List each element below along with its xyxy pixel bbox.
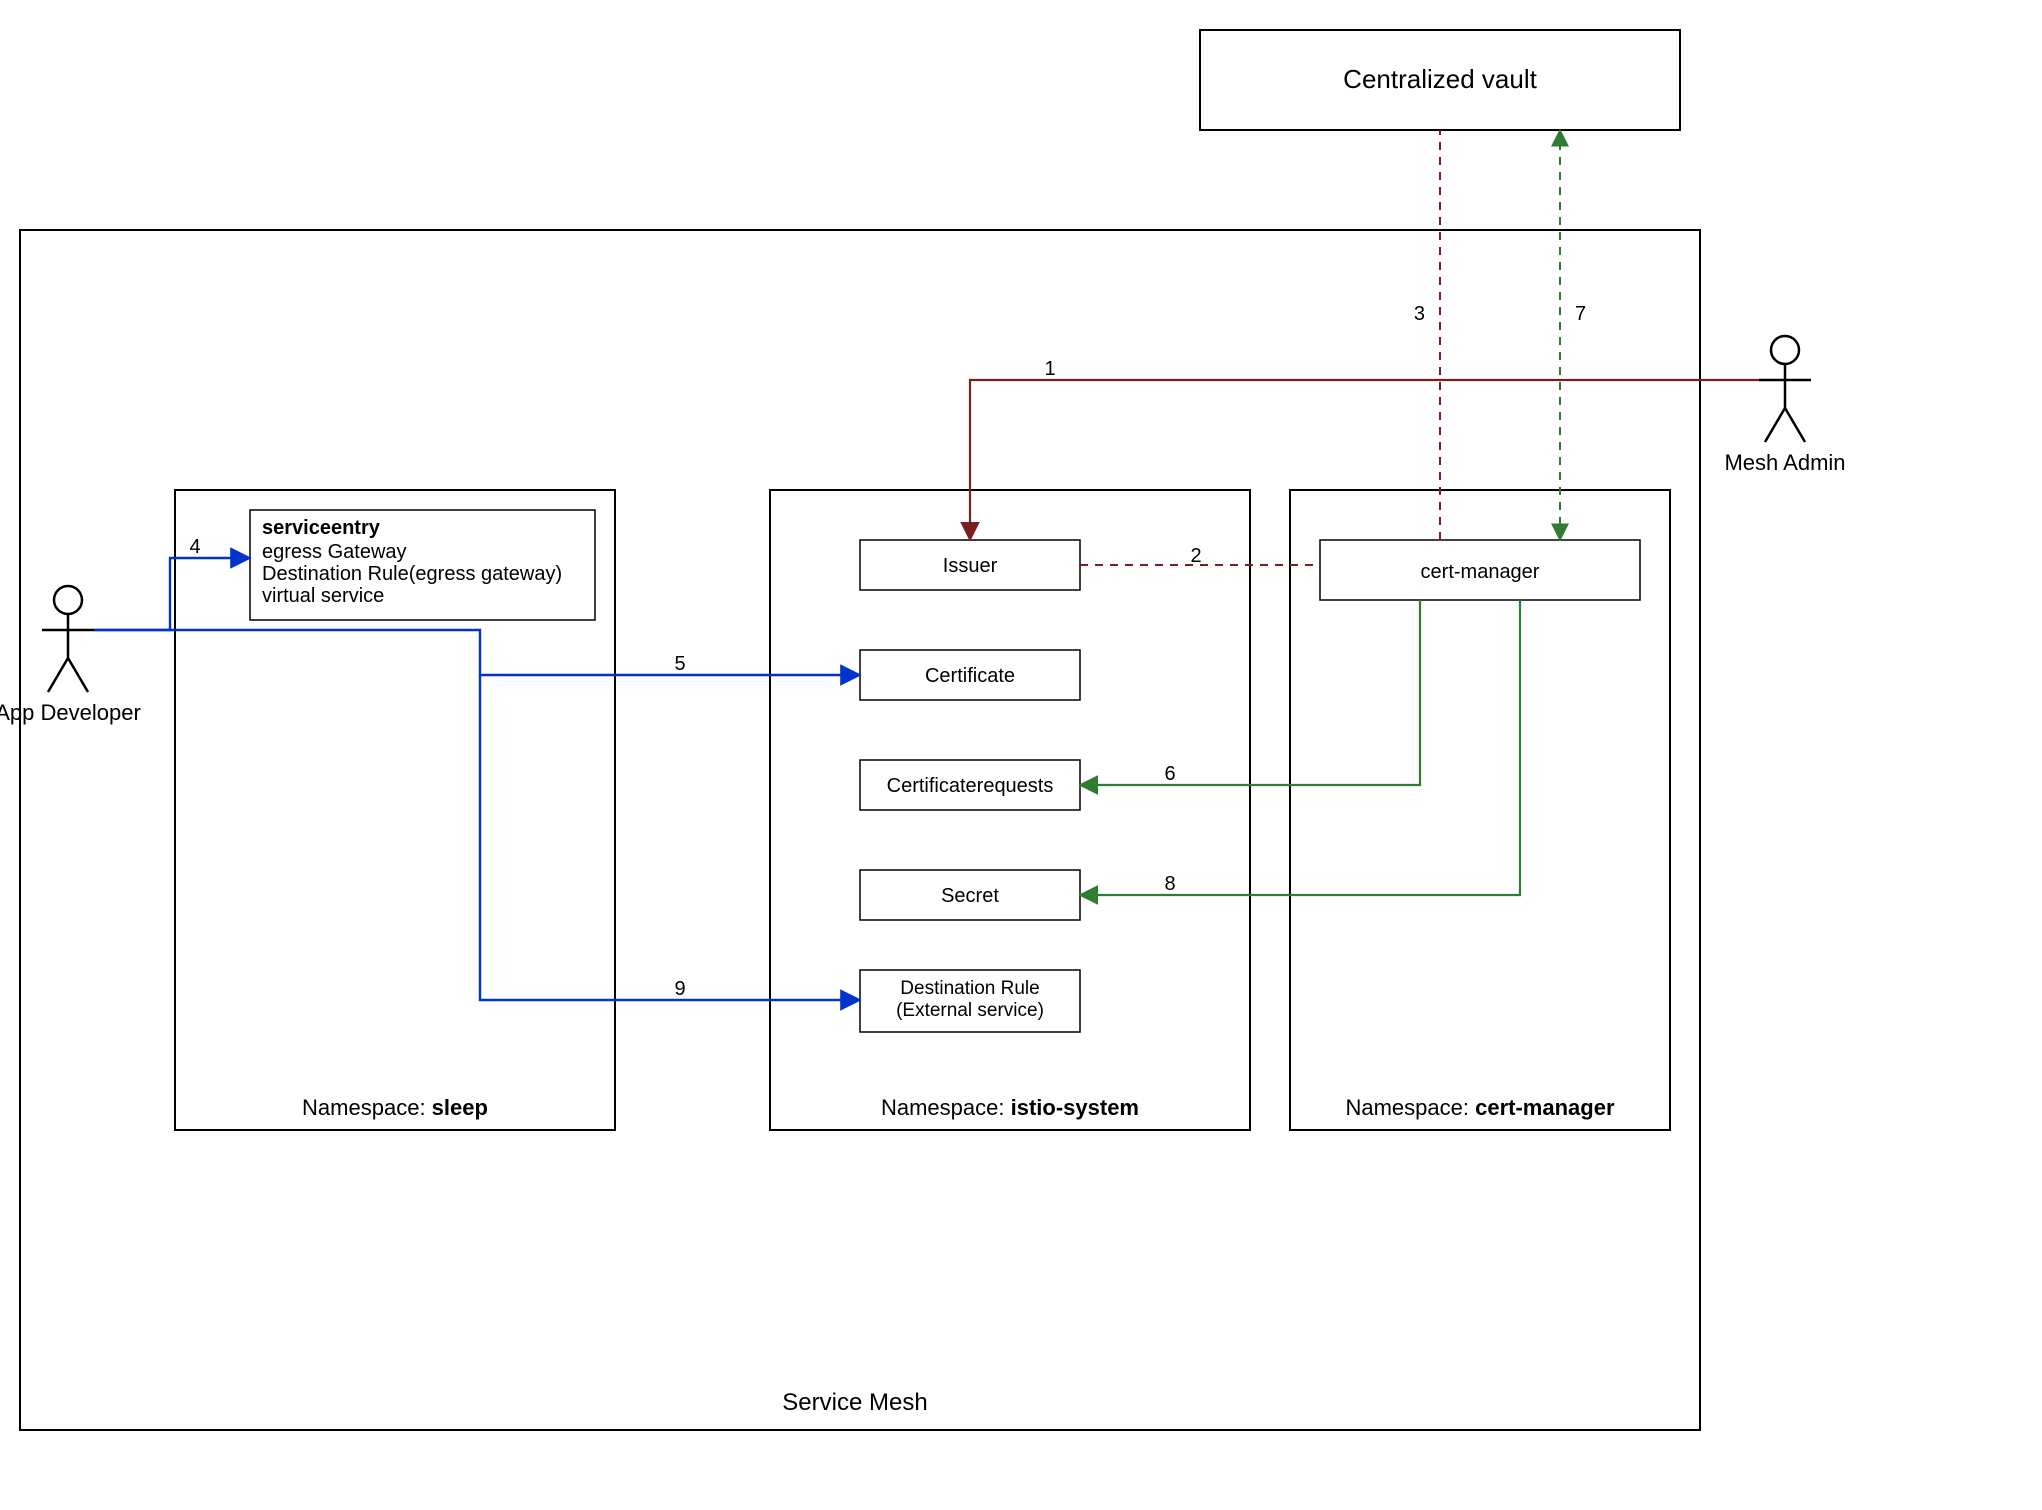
serviceentry-line-b: Destination Rule(egress gateway) — [262, 563, 562, 585]
serviceentry-line-c: virtual service — [262, 585, 384, 607]
svg-text:Namespace: istio-system: Namespace: istio-system — [881, 1095, 1139, 1120]
mesh-admin-label: Mesh Admin — [1724, 450, 1845, 475]
ns-cm-caption-prefix: Namespace: — [1345, 1095, 1475, 1120]
edge-3-label: 3 — [1414, 303, 1425, 325]
certreq-label: Certificaterequests — [887, 775, 1054, 797]
diagram-canvas: Centralized vault Service Mesh Mesh Admi… — [0, 0, 2042, 1510]
namespace-sleep: Namespace: sleep serviceentry egress Gat… — [175, 490, 615, 1130]
secret-label: Secret — [941, 885, 999, 907]
edge-8-label: 8 — [1164, 873, 1175, 895]
edge-2-label: 2 — [1190, 545, 1201, 567]
ns-sleep-caption-prefix: Namespace: — [302, 1095, 432, 1120]
ns-istio-caption-prefix: Namespace: — [881, 1095, 1011, 1120]
svg-text:Namespace: cert-manager: Namespace: cert-manager — [1345, 1095, 1614, 1120]
serviceentry-line-a: egress Gateway — [262, 541, 407, 563]
edge-9-label: 9 — [674, 978, 685, 1000]
certmanager-label: cert-manager — [1421, 561, 1540, 583]
edge-7-label: 7 — [1575, 303, 1586, 325]
edge-6-label: 6 — [1164, 763, 1175, 785]
edge-4-label: 4 — [189, 536, 200, 558]
ns-cm-caption-name: cert-manager — [1475, 1095, 1615, 1120]
centralized-vault-label: Centralized vault — [1343, 64, 1537, 94]
certificate-label: Certificate — [925, 665, 1015, 687]
namespace-cert-manager: Namespace: cert-manager cert-manager — [1290, 490, 1670, 1130]
edge-1-label: 1 — [1044, 358, 1055, 380]
svg-text:Namespace: sleep: Namespace: sleep — [302, 1095, 488, 1120]
ns-istio-caption-name: istio-system — [1011, 1095, 1139, 1120]
destinationrule-ext-line2: (External service) — [896, 1000, 1044, 1021]
namespace-istio-system: Namespace: istio-system Issuer Certifica… — [770, 490, 1250, 1130]
centralized-vault-box: Centralized vault — [1200, 30, 1680, 130]
serviceentry-box: serviceentry egress Gateway Destination … — [250, 510, 595, 620]
mesh-admin-actor: Mesh Admin — [1724, 336, 1845, 475]
serviceentry-title: serviceentry — [262, 517, 381, 539]
app-developer-label: App Developer — [0, 700, 141, 725]
destinationrule-ext-line1: Destination Rule — [900, 978, 1039, 999]
service-mesh-label: Service Mesh — [782, 1389, 927, 1416]
issuer-label: Issuer — [943, 555, 998, 577]
ns-sleep-caption-name: sleep — [432, 1095, 488, 1120]
edge-5-label: 5 — [674, 653, 685, 675]
